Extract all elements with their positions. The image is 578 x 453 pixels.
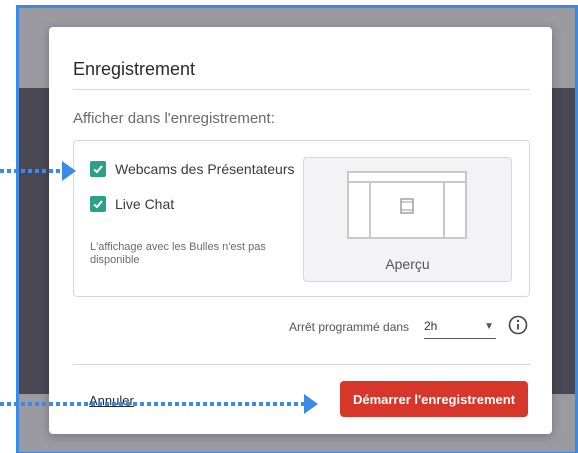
webcams-option[interactable]: Webcams des Présentateurs (90, 161, 295, 177)
preview-column-left (369, 183, 371, 237)
annotation-arrow-icon (0, 394, 318, 414)
scheduled-stop-value: 2h (424, 319, 438, 333)
footer-divider (73, 364, 530, 365)
start-recording-button[interactable]: Démarrer l'enregistrement (340, 381, 528, 417)
checkbox-checked-icon[interactable] (90, 161, 106, 177)
live-chat-option[interactable]: Live Chat (90, 196, 174, 212)
preview-topbar (349, 173, 465, 183)
title-divider (73, 89, 530, 90)
live-chat-option-label: Live Chat (115, 196, 175, 212)
options-panel: Webcams des Présentateurs Live Chat L'af… (73, 140, 530, 297)
preview-label: Aperçu (385, 256, 430, 272)
preview-column-right (443, 183, 445, 237)
bubbles-unavailable-note: L'affichage avec les Bulles n'est pas di… (90, 241, 266, 266)
recording-dialog: Enregistrement Afficher dans l'enregistr… (49, 27, 552, 434)
scheduled-stop-select[interactable]: 2h ▼ (424, 317, 496, 339)
webcams-option-label: Webcams des Présentateurs (115, 161, 295, 177)
info-icon[interactable] (508, 315, 528, 335)
section-label: Afficher dans l'enregistrement: (73, 110, 275, 127)
filmstrip-icon (400, 198, 414, 214)
chevron-down-icon: ▼ (484, 321, 494, 332)
checkbox-checked-icon[interactable] (90, 196, 106, 212)
preview-panel: Aperçu (303, 157, 512, 282)
layout-preview-graphic (347, 171, 467, 239)
annotation-arrow-icon (0, 161, 76, 181)
scheduled-stop-label: Arrêt programmé dans (289, 320, 410, 334)
dialog-title: Enregistrement (73, 59, 196, 79)
